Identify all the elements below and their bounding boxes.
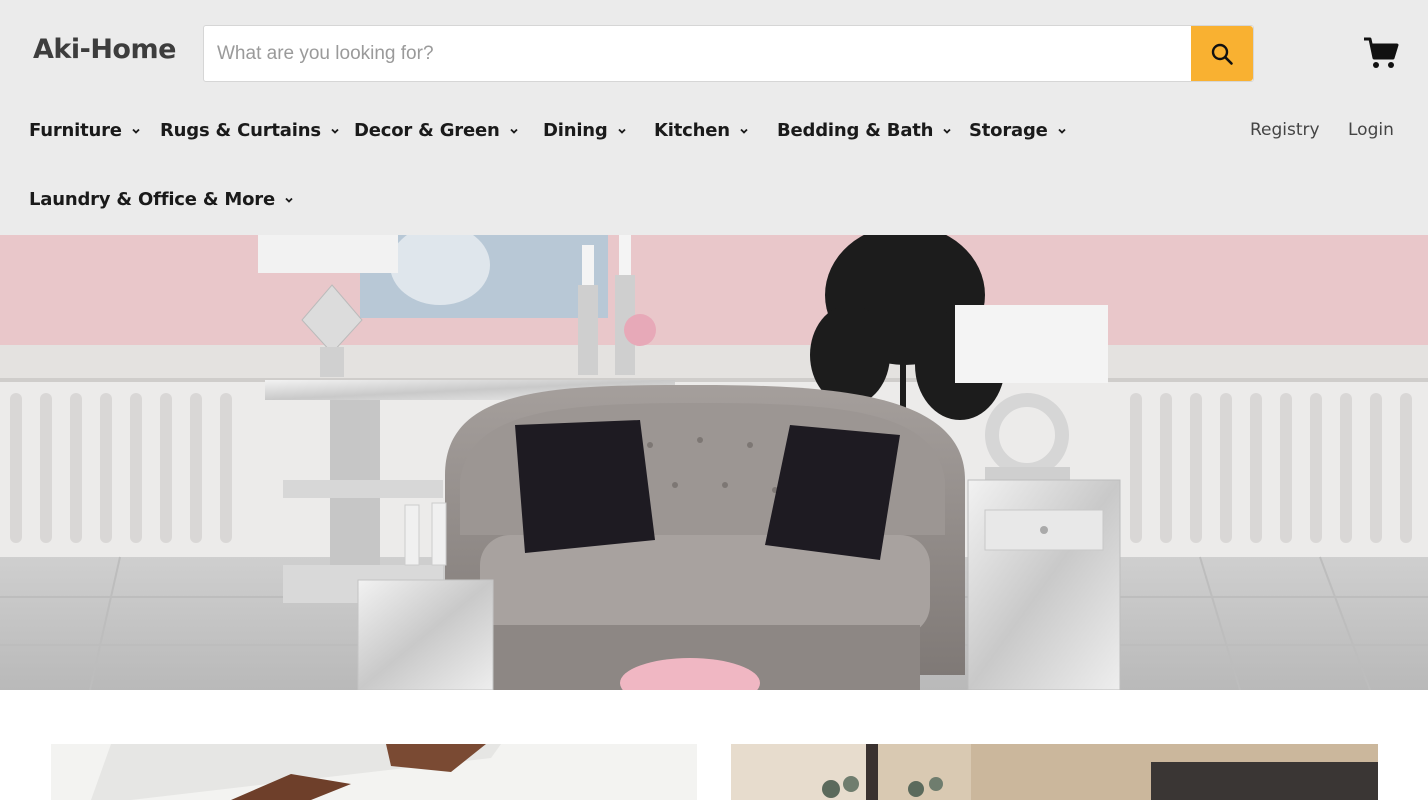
nav-item-label: Storage bbox=[969, 120, 1048, 141]
chevron-down-icon bbox=[943, 128, 951, 134]
hero-image bbox=[0, 235, 1428, 690]
bedroom-dresser-photo bbox=[731, 744, 1378, 800]
site-header: Aki-Home Furniture Rugs & Curtains Decor… bbox=[0, 0, 1428, 235]
nav-item-label: Dining bbox=[543, 120, 608, 141]
chevron-down-icon bbox=[285, 197, 293, 203]
nav-item-rugs-curtains[interactable]: Rugs & Curtains bbox=[160, 120, 340, 141]
chevron-down-icon bbox=[509, 128, 518, 134]
nav-item-dining[interactable]: Dining bbox=[543, 120, 627, 141]
search-button[interactable] bbox=[1191, 26, 1253, 81]
cart-icon bbox=[1364, 37, 1399, 68]
chevron-down-icon bbox=[331, 128, 339, 134]
nav-item-storage[interactable]: Storage bbox=[969, 120, 1067, 141]
category-tile-bedroom[interactable] bbox=[731, 744, 1378, 800]
nav-item-laundry-office-more[interactable]: Laundry & Office & More bbox=[29, 189, 294, 210]
nav-item-kitchen[interactable]: Kitchen bbox=[654, 120, 749, 141]
chevron-down-icon bbox=[740, 128, 748, 134]
chevron-down-icon bbox=[132, 128, 140, 134]
nav-item-label: Rugs & Curtains bbox=[160, 120, 321, 141]
login-link[interactable]: Login bbox=[1348, 120, 1394, 140]
search-input[interactable] bbox=[204, 26, 1192, 81]
nav-item-label: Bedding & Bath bbox=[777, 120, 934, 141]
nav-item-label: Laundry & Office & More bbox=[29, 189, 275, 210]
nav-item-label: Furniture bbox=[29, 120, 122, 141]
nav-item-furniture[interactable]: Furniture bbox=[29, 120, 141, 141]
search-icon bbox=[1211, 43, 1233, 65]
nav-item-label: Decor & Green bbox=[354, 120, 500, 141]
nav-item-label: Kitchen bbox=[654, 120, 730, 141]
chevron-down-icon bbox=[1058, 128, 1066, 134]
category-tile-dining[interactable] bbox=[51, 744, 697, 800]
hero-banner[interactable] bbox=[0, 235, 1428, 690]
dining-room-photo bbox=[51, 744, 697, 800]
nav-item-bedding-bath[interactable]: Bedding & Bath bbox=[777, 120, 952, 141]
chevron-down-icon bbox=[617, 128, 626, 134]
logo[interactable]: Aki-Home bbox=[33, 34, 176, 65]
registry-link[interactable]: Registry bbox=[1250, 120, 1320, 140]
cart-button[interactable] bbox=[1363, 36, 1399, 70]
search-bar bbox=[203, 25, 1254, 82]
nav-item-decor-green[interactable]: Decor & Green bbox=[354, 120, 519, 141]
